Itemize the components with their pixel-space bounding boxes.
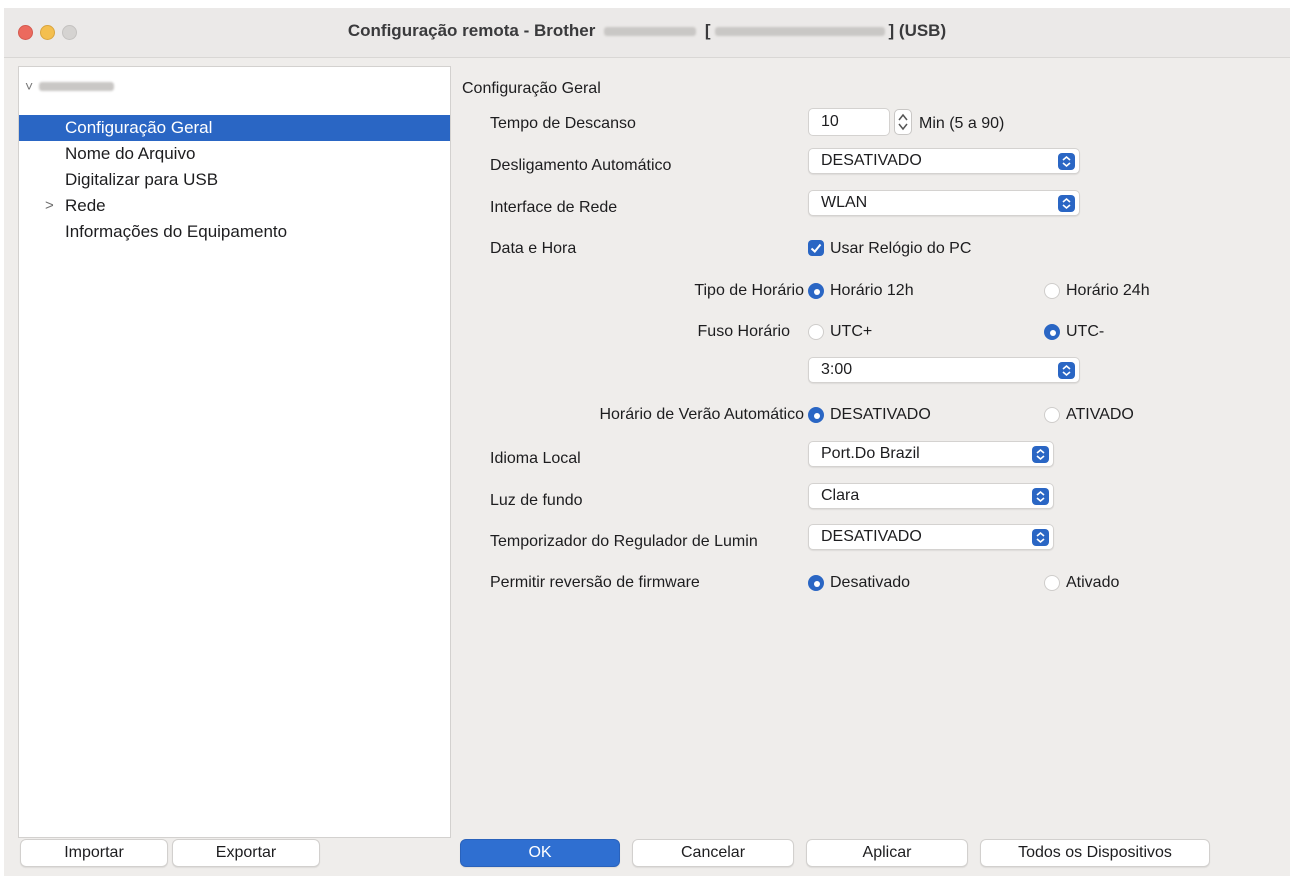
popup-arrows-icon bbox=[1058, 362, 1075, 379]
apply-button[interactable]: Aplicar bbox=[806, 839, 968, 867]
utc-plus-radio[interactable] bbox=[808, 324, 824, 340]
popup-arrows-icon bbox=[1032, 446, 1049, 463]
serial-number-redacted bbox=[714, 27, 885, 37]
dst-on-label: ATIVADO bbox=[1066, 406, 1134, 423]
ok-button[interactable]: OK bbox=[460, 839, 620, 867]
dimmer-timer-value: DESATIVADO bbox=[821, 528, 922, 545]
tree-item-general-settings[interactable]: Configuração Geral bbox=[19, 115, 450, 141]
dst-off-label: DESATIVADO bbox=[830, 406, 931, 423]
backlight-label: Luz de fundo bbox=[490, 492, 583, 509]
window-title-suffix: (USB) bbox=[898, 21, 947, 40]
firmware-rollback-off-radio[interactable] bbox=[808, 575, 824, 591]
section-title: Configuração Geral bbox=[462, 80, 601, 97]
sleep-time-input[interactable]: 10 bbox=[808, 108, 890, 136]
chevron-down-icon[interactable]: ˅ bbox=[25, 78, 33, 94]
clock-12h-radio[interactable] bbox=[808, 283, 824, 299]
clock-type-label: Tipo de Horário bbox=[694, 282, 804, 299]
tree-item-machine-info[interactable]: Informações do Equipamento bbox=[19, 219, 450, 245]
firmware-rollback-on-label: Ativado bbox=[1066, 574, 1120, 591]
firmware-rollback-on-radio[interactable] bbox=[1044, 575, 1060, 591]
all-devices-button[interactable]: Todos os Dispositivos bbox=[980, 839, 1210, 867]
utc-offset-select[interactable]: 3:00 bbox=[808, 357, 1080, 383]
use-pc-clock-label: Usar Relógio do PC bbox=[830, 240, 972, 257]
window-title-bracket-open: [ bbox=[704, 21, 711, 40]
utc-minus-radio[interactable] bbox=[1044, 324, 1060, 340]
title-bar: Configuração remota - Brother [] (USB) bbox=[4, 8, 1290, 58]
checkmark-icon bbox=[810, 243, 822, 253]
date-time-label: Data e Hora bbox=[490, 240, 577, 257]
dimmer-timer-label: Temporizador do Regulador de Lumin bbox=[490, 533, 758, 550]
firmware-rollback-label: Permitir reversão de firmware bbox=[490, 574, 700, 591]
clock-24h-label: Horário 24h bbox=[1066, 282, 1150, 299]
firmware-rollback-off-label: Desativado bbox=[830, 574, 911, 591]
auto-power-off-select[interactable]: DESATIVADO bbox=[808, 148, 1080, 174]
settings-tree: ˅ Configuração Geral Nome do Arquivo Dig… bbox=[18, 66, 451, 838]
tree-item-network[interactable]: > Rede bbox=[19, 193, 450, 219]
local-language-select[interactable]: Port.Do Brazil bbox=[808, 441, 1054, 467]
local-language-label: Idioma Local bbox=[490, 450, 581, 467]
popup-arrows-icon bbox=[1058, 195, 1075, 212]
tree-item-file-name[interactable]: Nome do Arquivo bbox=[19, 141, 450, 167]
local-language-value: Port.Do Brazil bbox=[821, 445, 920, 462]
network-interface-select[interactable]: WLAN bbox=[808, 190, 1080, 216]
model-name-redacted bbox=[604, 27, 697, 37]
popup-arrows-icon bbox=[1058, 153, 1075, 170]
utc-minus-label: UTC- bbox=[1066, 323, 1105, 340]
export-button[interactable]: Exportar bbox=[172, 839, 320, 867]
window-title-prefix: Configuração remota - Brother bbox=[347, 21, 596, 40]
auto-power-off-label: Desligamento Automático bbox=[490, 157, 672, 174]
popup-arrows-icon bbox=[1032, 488, 1049, 505]
cancel-button[interactable]: Cancelar bbox=[632, 839, 794, 867]
tree-item-network-label: Rede bbox=[65, 196, 106, 215]
sleep-time-label: Tempo de Descanso bbox=[490, 115, 636, 132]
network-interface-label: Interface de Rede bbox=[490, 199, 618, 216]
clock-12h-label: Horário 12h bbox=[830, 282, 914, 299]
sleep-time-stepper[interactable] bbox=[894, 109, 912, 135]
backlight-value: Clara bbox=[821, 487, 860, 504]
dst-label: Horário de Verão Automático bbox=[599, 406, 804, 423]
dst-off-radio[interactable] bbox=[808, 407, 824, 423]
import-button[interactable]: Importar bbox=[20, 839, 168, 867]
stepper-arrows-icon bbox=[898, 113, 908, 131]
tree-item-scan-to-usb[interactable]: Digitalizar para USB bbox=[19, 167, 450, 193]
remote-setup-window: Configuração remota - Brother [] (USB) ˅… bbox=[4, 8, 1290, 876]
auto-power-off-value: DESATIVADO bbox=[821, 152, 922, 169]
sleep-time-unit: Min (5 a 90) bbox=[919, 115, 1005, 132]
backlight-select[interactable]: Clara bbox=[808, 483, 1054, 509]
window-title: Configuração remota - Brother [] (USB) bbox=[4, 21, 1290, 41]
tree-root-device[interactable]: ˅ bbox=[25, 75, 115, 97]
utc-offset-value: 3:00 bbox=[821, 361, 853, 378]
dst-on-radio[interactable] bbox=[1044, 407, 1060, 423]
popup-arrows-icon bbox=[1032, 529, 1049, 546]
window-title-bracket-close: ] bbox=[888, 21, 895, 40]
time-zone-label: Fuso Horário bbox=[697, 323, 790, 340]
utc-plus-label: UTC+ bbox=[830, 323, 873, 340]
network-interface-value: WLAN bbox=[821, 194, 868, 211]
device-name-redacted bbox=[39, 81, 115, 91]
use-pc-clock-checkbox[interactable] bbox=[808, 240, 824, 256]
dimmer-timer-select[interactable]: DESATIVADO bbox=[808, 524, 1054, 550]
chevron-right-icon[interactable]: > bbox=[45, 193, 54, 219]
clock-24h-radio[interactable] bbox=[1044, 283, 1060, 299]
